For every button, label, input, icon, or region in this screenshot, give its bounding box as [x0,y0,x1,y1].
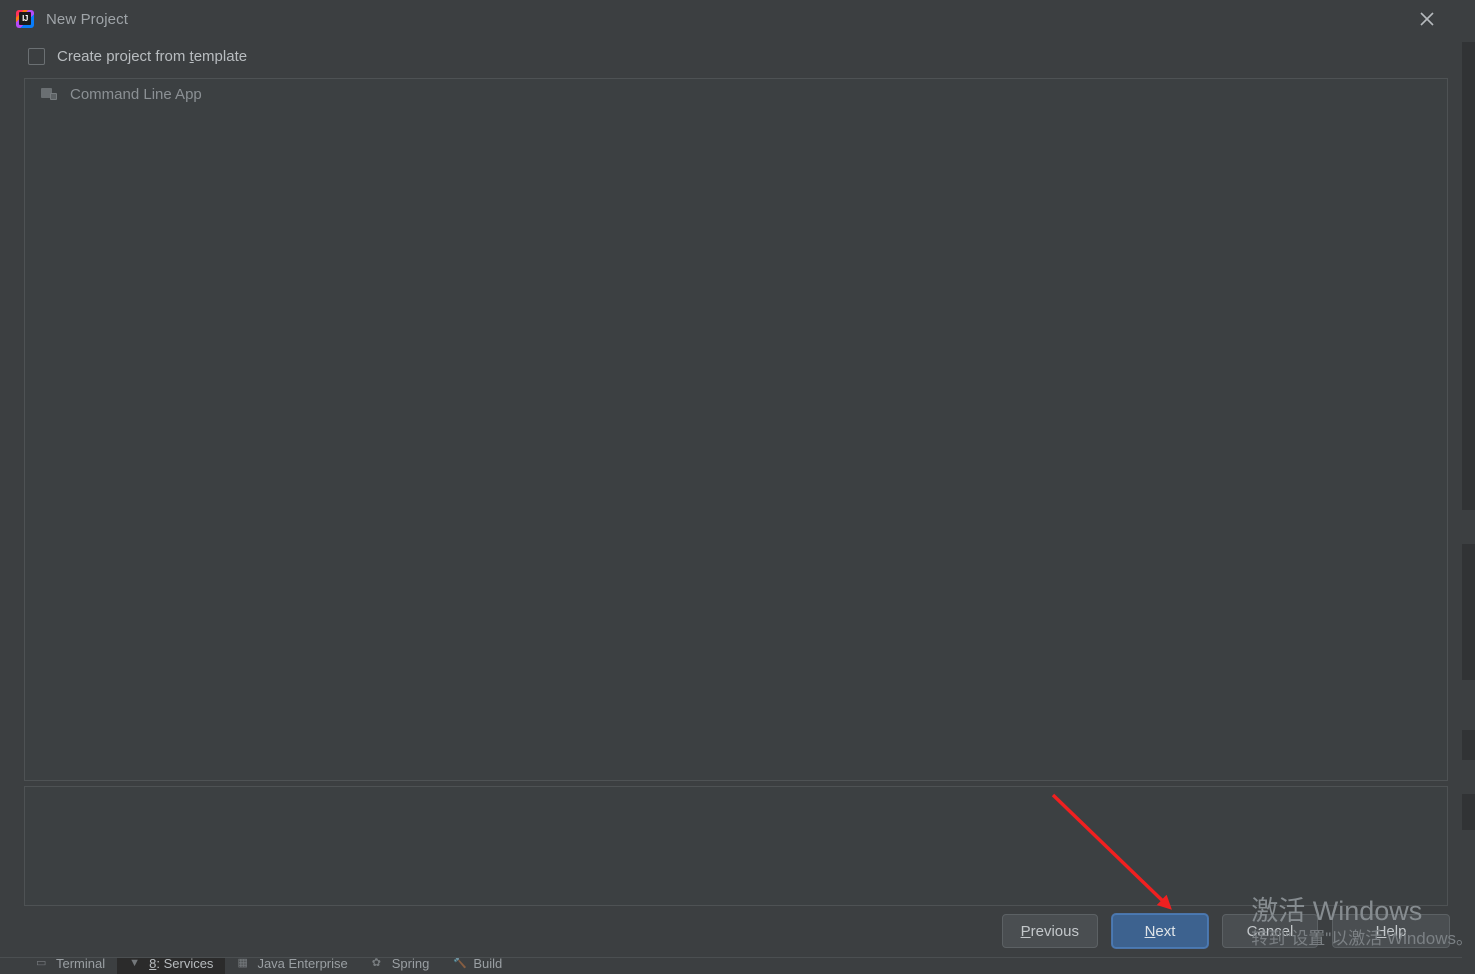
screen-root: e o n - 8 st ▭ Terminal ▼ 8: Services [0,0,1475,974]
spring-icon: ✿ [371,957,381,969]
services-icon: ▼ [129,957,141,969]
next-button[interactable]: Next [1112,914,1208,948]
template-list-panel[interactable]: Command Line App [24,78,1448,781]
previous-button[interactable]: Previous [1001,914,1098,948]
module-icon [41,87,58,101]
ide-right-strip [1462,0,1475,958]
checkbox-box[interactable] [28,47,45,65]
template-description-panel [24,786,1448,906]
terminal-icon: ▭ [36,957,47,969]
dialog-title: New Project [46,10,128,28]
create-from-template-checkbox[interactable]: Create project from template [0,42,247,70]
dialog-button-bar: Previous Next Cancel Help [0,914,1462,958]
close-icon[interactable] [1414,6,1440,32]
list-item-label: Command Line App [70,85,202,103]
list-item[interactable]: Command Line App [25,79,1447,109]
cancel-button[interactable]: Cancel [1222,914,1318,948]
help-button[interactable]: Help [1332,914,1450,948]
new-project-dialog: IJ New Project Create project from templ… [0,0,1462,958]
java-enterprise-icon: ▦ [237,957,248,969]
build-icon: 🔨 [453,957,468,969]
checkbox-label: Create project from template [57,47,248,65]
dialog-titlebar: IJ New Project [0,0,1462,38]
intellij-idea-icon: IJ [16,10,34,28]
dialog-bottom-divider [0,957,1462,958]
app-icon-text: IJ [19,12,31,25]
